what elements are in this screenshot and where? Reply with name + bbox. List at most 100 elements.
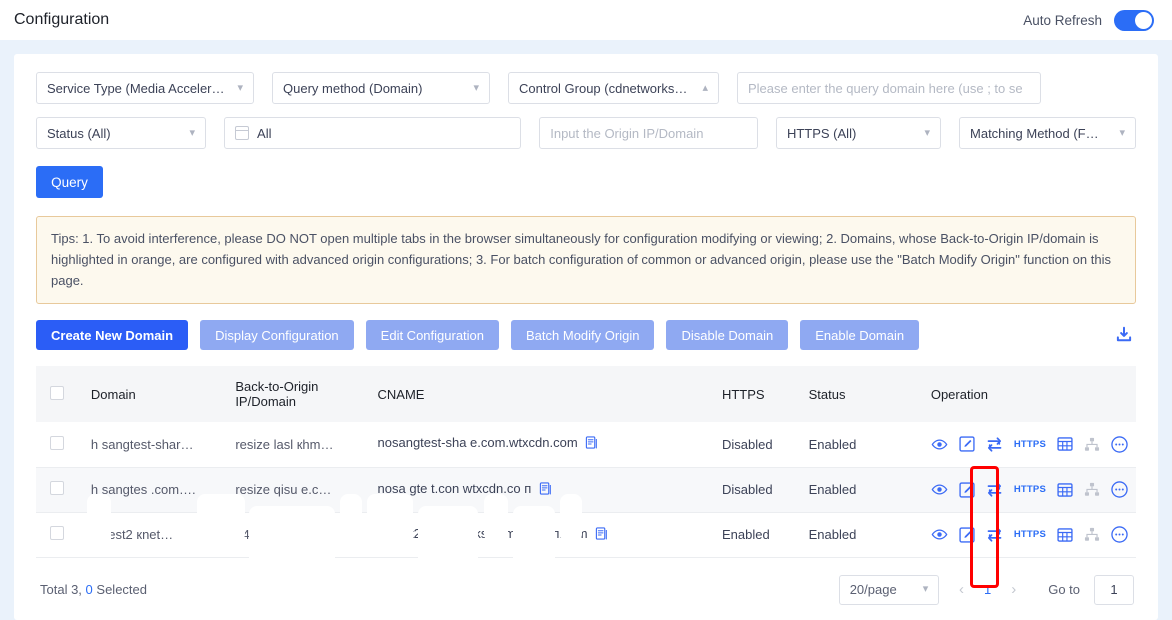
matching-method-select[interactable]: Matching Method (F… ▾ — [959, 117, 1136, 149]
cell-https: Enabled — [716, 512, 803, 557]
service-type-select[interactable]: Service Type (Media Accelera… ▾ — [36, 72, 254, 104]
select-all-checkbox[interactable] — [50, 386, 64, 400]
page-number-1[interactable]: 1 — [984, 582, 991, 597]
cell-domain: h sangtest-shar… — [85, 422, 229, 467]
cell-operation: HTTPS — [925, 467, 1136, 512]
total-count-text: Total 3, — [40, 582, 82, 597]
query-button[interactable]: Query — [36, 166, 103, 198]
more-icon[interactable] — [1111, 436, 1128, 453]
row-checkbox[interactable] — [50, 436, 64, 450]
auto-refresh-label: Auto Refresh — [1023, 13, 1102, 28]
edit-icon[interactable] — [959, 482, 975, 498]
query-domain-input-wrap[interactable]: Please enter the query domain here (use … — [737, 72, 1041, 104]
operation-icons: HTTPS — [931, 481, 1130, 498]
service-type-value: Service Type (Media Accelera… — [47, 81, 229, 96]
edit-configuration-button[interactable]: Edit Configuration — [366, 320, 499, 350]
total-summary: Total 3, 0 Selected — [40, 582, 147, 597]
https-icon[interactable]: HTTPS — [1014, 529, 1046, 540]
batch-modify-origin-button[interactable]: Batch Modify Origin — [511, 320, 654, 350]
report-icon[interactable] — [1057, 436, 1073, 452]
chevron-down-icon: ▾ — [473, 83, 479, 94]
chevron-down-icon: ▾ — [1119, 128, 1125, 139]
next-page-button[interactable]: › — [1005, 581, 1022, 598]
row-origin-value: 14.2.1(… … ) — [235, 527, 313, 542]
more-icon[interactable] — [1111, 526, 1128, 543]
table-row[interactable]: h sangtes .com…. resize qisu e.c… nosa g… — [36, 467, 1136, 512]
hierarchy-icon[interactable] — [1084, 527, 1100, 542]
col-cname: CNAME — [372, 366, 716, 422]
table-header-row: Domain Back-to-Origin IP/Domain CNAME HT… — [36, 366, 1136, 422]
query-method-select[interactable]: Query method (Domain) ▾ — [272, 72, 490, 104]
table-footer: Total 3, 0 Selected 20/page ▾ ‹ 1 › Go t… — [36, 558, 1136, 605]
row-checkbox[interactable] — [50, 526, 64, 540]
operation-icons: HTTPS — [931, 436, 1130, 453]
download-icon[interactable] — [1112, 323, 1136, 347]
enable-domain-button[interactable]: Enable Domain — [800, 320, 919, 350]
filter-row-2: Status (All) ▾ All Input the Origin IP/D… — [36, 117, 1136, 149]
auto-refresh-toggle[interactable] — [1114, 10, 1154, 31]
cell-status: Enabled — [803, 512, 925, 557]
cell-origin: resize qisu e.c… — [229, 467, 371, 512]
refresh-icon[interactable] — [986, 526, 1003, 543]
row-cname-value: nosa gte t.con wtxcdn.co п — [378, 481, 532, 496]
origin-ip-input-wrap[interactable]: Input the Origin IP/Domain — [539, 117, 758, 149]
control-group-value: Control Group (cdnetworks… — [519, 81, 694, 96]
row-checkbox[interactable] — [50, 481, 64, 495]
page-body: Service Type (Media Accelera… ▾ Query me… — [0, 40, 1172, 620]
copy-icon[interactable] — [585, 436, 598, 453]
cell-origin: 14.2.1(… … ) — [229, 512, 371, 557]
row-cname-value: crute t2. dnetworks.com.v xcc п.com — [378, 526, 588, 541]
toggle-knob — [1135, 12, 1152, 29]
date-range-picker[interactable]: All — [224, 117, 521, 149]
table-row[interactable]: c. test2 кnet… 14.2.1(… … ) crute t2. dn… — [36, 512, 1136, 557]
https-select[interactable]: HTTPS (All) ▾ — [776, 117, 941, 149]
row-cname-value: nosangtest-sha e.com.wtxcdn.com — [378, 435, 578, 450]
edit-icon[interactable] — [959, 436, 975, 452]
row-domain-value: c. test2 кnet… — [91, 527, 173, 542]
origin-ip-placeholder: Input the Origin IP/Domain — [550, 126, 747, 141]
create-new-domain-button[interactable]: Create New Domain — [36, 320, 188, 350]
hierarchy-icon[interactable] — [1084, 482, 1100, 497]
edit-icon[interactable] — [959, 527, 975, 543]
view-icon[interactable] — [931, 436, 948, 453]
cell-cname: nosa gte t.con wtxcdn.co п — [372, 467, 716, 512]
row-origin-value: resize qisu e.c… — [235, 482, 331, 497]
view-icon[interactable] — [931, 481, 948, 498]
status-select[interactable]: Status (All) ▾ — [36, 117, 206, 149]
https-icon[interactable]: HTTPS — [1014, 484, 1046, 495]
cell-origin: resize lasl кhm… — [229, 422, 371, 467]
view-icon[interactable] — [931, 526, 948, 543]
col-origin-line1: Back-to-Origin — [235, 379, 318, 394]
date-range-value: All — [257, 126, 510, 141]
cell-domain: h sangtes .com…. — [85, 467, 229, 512]
page-size-select[interactable]: 20/page ▾ — [839, 575, 939, 605]
cell-cname: nosangtest-sha e.com.wtxcdn.com — [372, 422, 716, 467]
configuration-card: Service Type (Media Accelera… ▾ Query me… — [14, 54, 1158, 620]
cell-status: Enabled — [803, 422, 925, 467]
cell-operation: HTTPS — [925, 512, 1136, 557]
cell-status: Enabled — [803, 467, 925, 512]
disable-domain-button[interactable]: Disable Domain — [666, 320, 788, 350]
goto-page-input[interactable]: 1 — [1094, 575, 1134, 605]
hierarchy-icon[interactable] — [1084, 437, 1100, 452]
chevron-up-icon: ▴ — [702, 83, 708, 94]
report-icon[interactable] — [1057, 482, 1073, 498]
auto-refresh-control: Auto Refresh — [1023, 10, 1154, 31]
report-icon[interactable] — [1057, 527, 1073, 543]
display-configuration-button[interactable]: Display Configuration — [200, 320, 354, 350]
col-https: HTTPS — [716, 366, 803, 422]
refresh-icon[interactable] — [986, 481, 1003, 498]
more-icon[interactable] — [1111, 481, 1128, 498]
https-value: HTTPS (All) — [787, 126, 917, 141]
refresh-icon[interactable] — [986, 436, 1003, 453]
table-row[interactable]: h sangtest-shar… resize lasl кhm… nosang… — [36, 422, 1136, 467]
prev-page-button[interactable]: ‹ — [953, 581, 970, 598]
https-icon[interactable]: HTTPS — [1014, 439, 1046, 450]
col-back-to-origin: Back-to-Origin IP/Domain — [229, 366, 371, 422]
copy-icon[interactable] — [539, 482, 552, 499]
query-domain-placeholder: Please enter the query domain here (use … — [748, 81, 1030, 96]
control-group-select[interactable]: Control Group (cdnetworks… ▴ — [508, 72, 719, 104]
operation-icons: HTTPS — [931, 526, 1130, 543]
row-origin-value: resize lasl кhm… — [235, 437, 333, 452]
copy-icon[interactable] — [595, 527, 608, 544]
